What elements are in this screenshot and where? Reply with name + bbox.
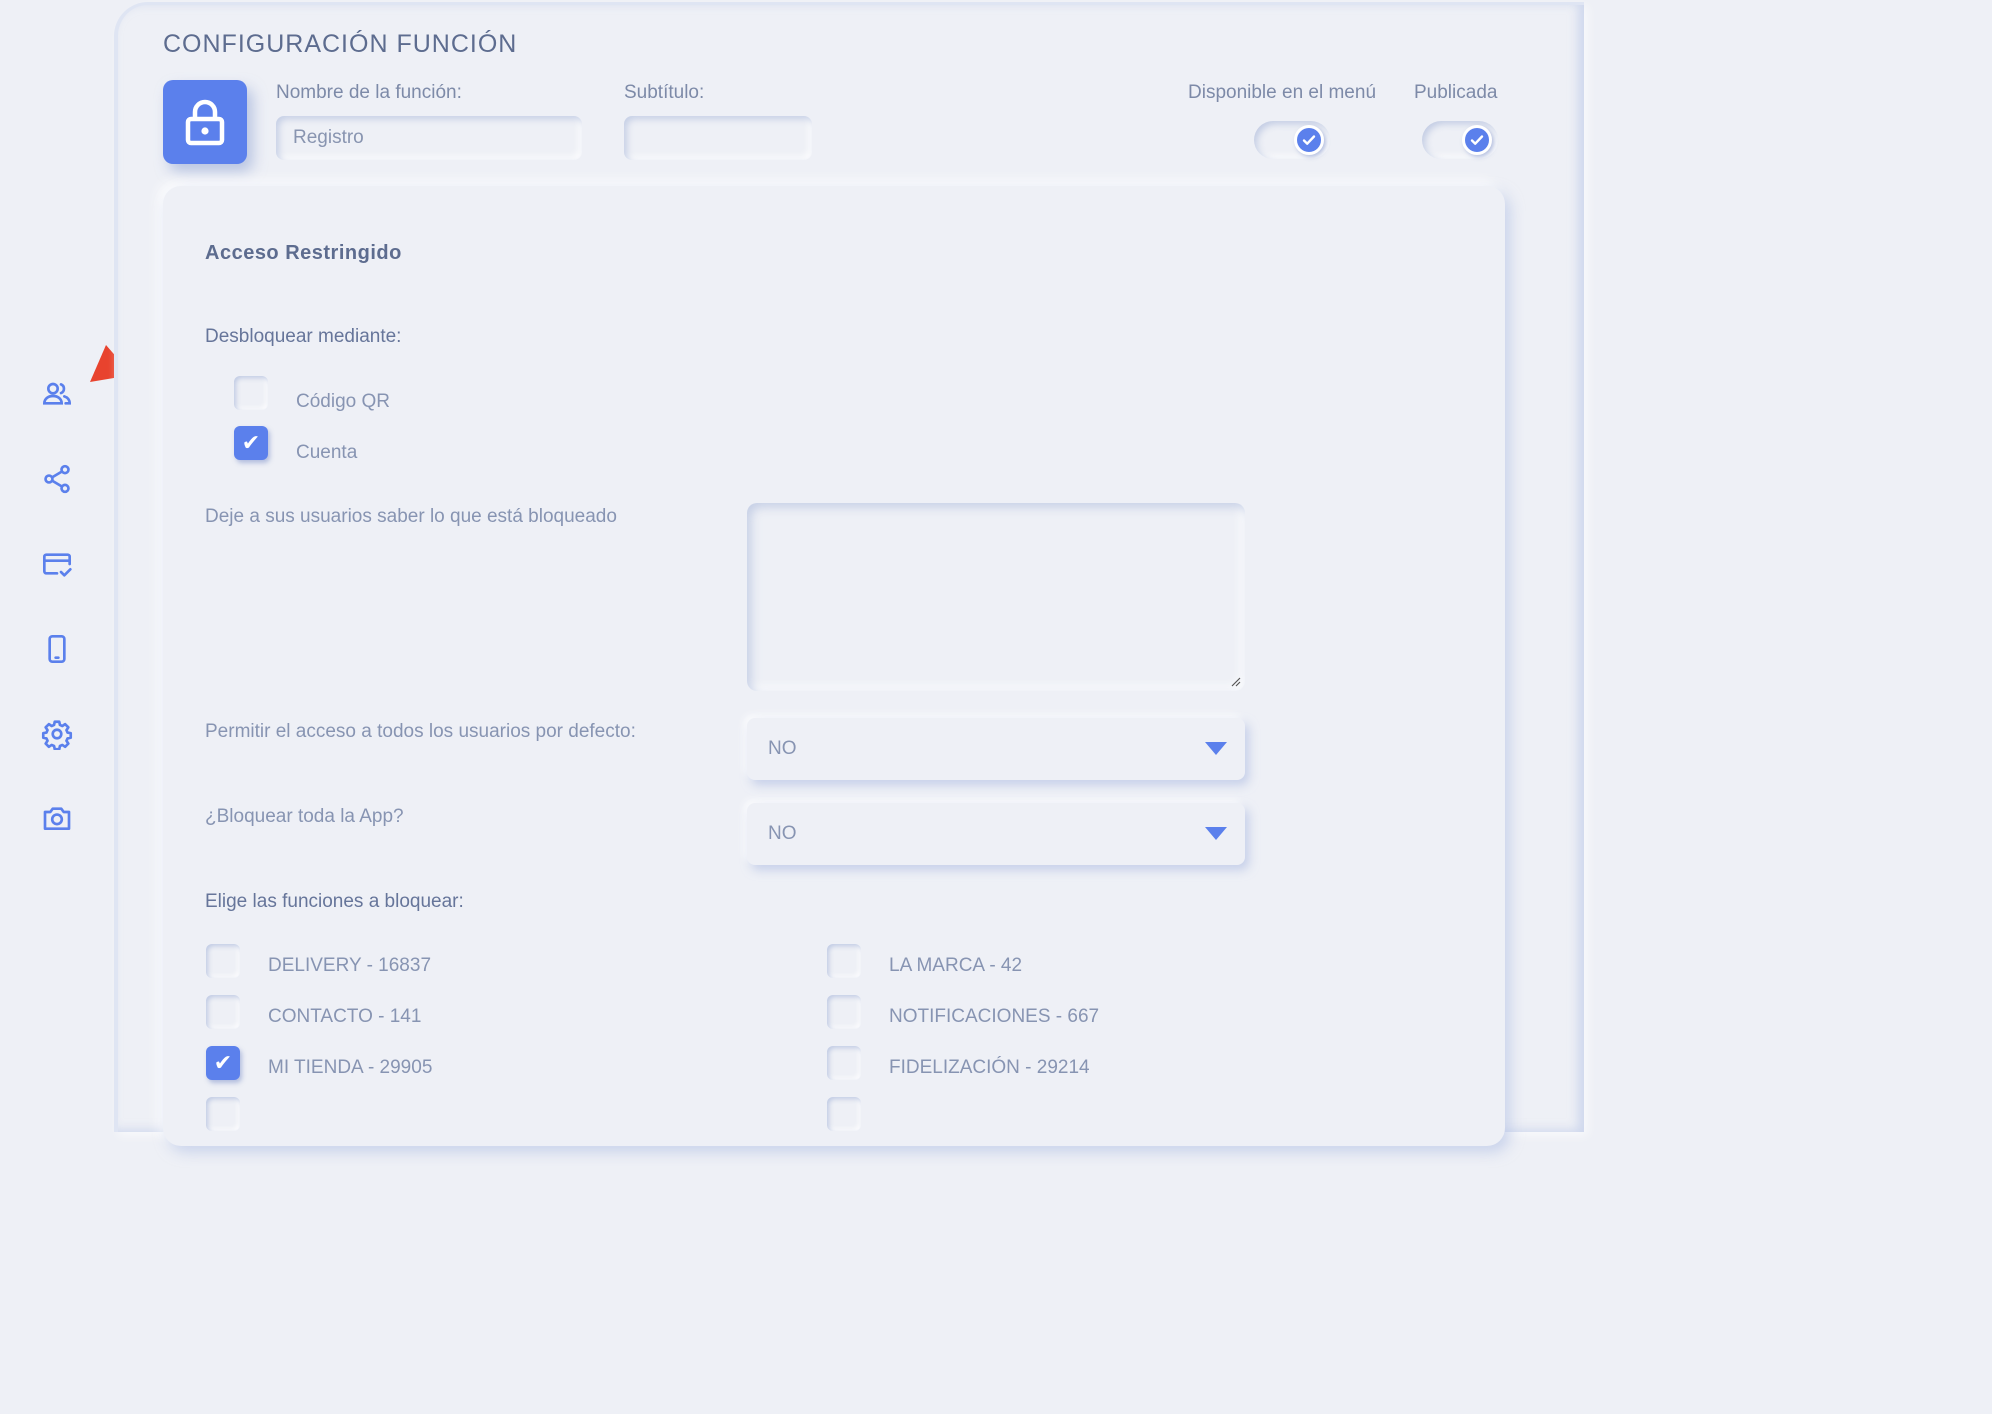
allow-all-select[interactable]: NO <box>747 718 1245 780</box>
function-label-la-marca: LA MARCA - 42 <box>889 955 1023 976</box>
block-app-label: ¿Bloquear toda la App? <box>205 806 404 827</box>
subtitle-input[interactable] <box>624 116 812 160</box>
toggle-knob <box>1462 125 1492 155</box>
gear-icon[interactable] <box>38 716 76 752</box>
function-label-fidelizacion: FIDELIZACIÓN - 29214 <box>889 1057 1090 1078</box>
function-checkbox-partial[interactable] <box>206 1097 240 1131</box>
published-label: Publicada <box>1414 82 1498 103</box>
resize-grip-icon[interactable] <box>1229 675 1241 687</box>
card-check-icon[interactable] <box>38 546 76 582</box>
chevron-down-icon <box>1205 742 1227 755</box>
page-title: CONFIGURACIÓN FUNCIÓN <box>163 30 518 58</box>
subtitle-label: Subtítulo: <box>624 82 705 103</box>
qr-option-label: Código QR <box>296 391 390 412</box>
account-checkbox[interactable]: ✔ <box>234 426 268 460</box>
toggle-knob <box>1294 125 1324 155</box>
function-checkbox-contacto[interactable] <box>206 995 240 1029</box>
name-label: Nombre de la función: <box>276 82 462 103</box>
function-label-contacto: CONTACTO - 141 <box>268 1006 422 1027</box>
function-label-notificaciones: NOTIFICACIONES - 667 <box>889 1006 1100 1027</box>
allow-all-value: NO <box>768 738 797 759</box>
unlock-label: Desbloquear mediante: <box>205 326 402 347</box>
section-title: Acceso Restringido <box>205 242 402 264</box>
function-checkbox-fidelizacion[interactable] <box>827 1046 861 1080</box>
function-icon-tile[interactable] <box>163 80 247 164</box>
function-label-delivery: DELIVERY - 16837 <box>268 955 432 976</box>
function-checkbox-delivery[interactable] <box>206 944 240 978</box>
menu-available-toggle[interactable] <box>1254 121 1330 159</box>
message-textarea[interactable] <box>747 503 1245 691</box>
function-label-mi-tienda: MI TIENDA - 29905 <box>268 1057 433 1078</box>
check-icon <box>1302 135 1316 145</box>
sidebar <box>0 0 112 1113</box>
function-checkbox-notificaciones[interactable] <box>827 995 861 1029</box>
name-input[interactable]: Registro <box>276 116 582 160</box>
users-icon[interactable] <box>38 376 76 412</box>
message-label: Deje a sus usuarios saber lo que está bl… <box>205 506 617 527</box>
chevron-down-icon <box>1205 827 1227 840</box>
function-checkbox-mi-tienda[interactable]: ✔ <box>206 1046 240 1080</box>
qr-checkbox[interactable] <box>234 376 268 410</box>
block-app-select[interactable]: NO <box>747 803 1245 865</box>
function-checkbox-partial-right[interactable] <box>827 1097 861 1131</box>
function-checkbox-la-marca[interactable] <box>827 944 861 978</box>
allow-all-label: Permitir el acceso a todos los usuarios … <box>205 721 636 742</box>
account-option-label: Cuenta <box>296 442 358 463</box>
phone-icon[interactable] <box>38 631 76 667</box>
lock-icon <box>185 99 225 146</box>
share-icon[interactable] <box>38 461 76 497</box>
camera-icon[interactable] <box>38 800 76 836</box>
functions-label: Elige las funciones a bloquear: <box>205 891 464 912</box>
published-toggle[interactable] <box>1422 121 1498 159</box>
check-icon <box>1470 135 1484 145</box>
block-app-value: NO <box>768 823 797 844</box>
menu-available-label: Disponible en el menú <box>1188 82 1377 103</box>
